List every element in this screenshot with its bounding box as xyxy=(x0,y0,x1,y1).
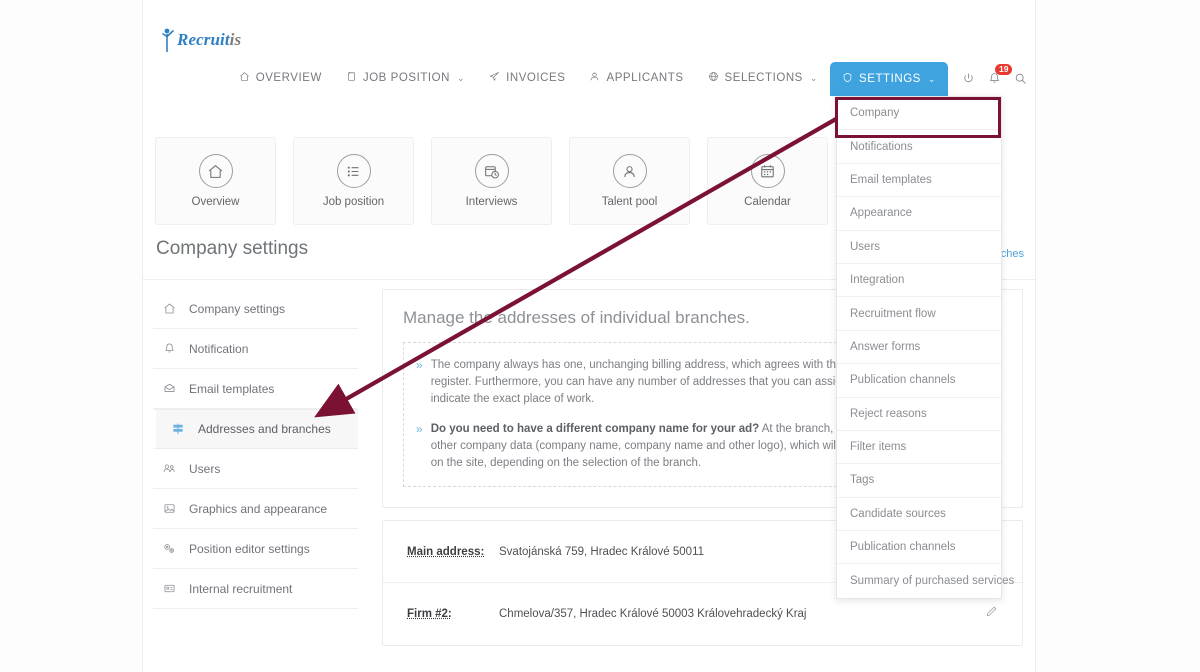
search-icon[interactable] xyxy=(1014,72,1027,85)
sidebar-item-addresses-and-branches[interactable]: Addresses and branches xyxy=(153,409,358,449)
sidebar-item-label: Email templates xyxy=(189,381,275,396)
sidebar-item-label: Company settings xyxy=(189,301,286,316)
address-value: Svatojánská 759, Hradec Králové 50011 xyxy=(499,545,705,558)
brand-name: Recruitis xyxy=(177,30,241,50)
image-icon xyxy=(161,502,177,515)
home-icon xyxy=(198,154,233,188)
nav-label: APPLICANTS xyxy=(606,72,684,84)
tile-overview[interactable]: Overview xyxy=(155,137,276,225)
tile-label: Overview xyxy=(191,196,240,208)
paper-plane-icon xyxy=(489,71,500,85)
nav-item-job-position[interactable]: JOB POSITION ⌄ xyxy=(334,60,477,96)
dropdown-item-candidate-sources[interactable]: Candidate sources xyxy=(837,498,1001,532)
nav-item-selections[interactable]: SELECTIONS ⌄ xyxy=(696,60,830,96)
chevron-down-icon: ⌄ xyxy=(927,73,936,84)
nav-label: SELECTIONS xyxy=(724,72,803,84)
nav-item-applicants[interactable]: APPLICANTS xyxy=(577,60,695,96)
envelope-icon xyxy=(161,382,177,395)
sidebar-item-label: Position editor settings xyxy=(189,541,310,556)
document-icon xyxy=(346,71,357,85)
recruitis-mark-icon xyxy=(161,27,175,53)
sidebar-item-label: Notification xyxy=(189,341,249,356)
sidebar-item-position-editor-settings[interactable]: Position editor settings xyxy=(153,529,358,569)
dropdown-item-email-templates[interactable]: Email templates xyxy=(837,164,1001,198)
dropdown-item-integration[interactable]: Integration xyxy=(837,264,1001,298)
address-label: Main address: xyxy=(407,545,485,558)
calendar-clock-icon xyxy=(474,154,509,188)
edit-icon[interactable] xyxy=(985,605,998,623)
top-navigation: OVERVIEW JOB POSITION ⌄ INVOICES APPLICA… xyxy=(143,60,1035,96)
tile-interviews[interactable]: Interviews xyxy=(431,137,552,225)
shield-icon xyxy=(842,72,853,86)
home-icon xyxy=(161,302,177,315)
nav-item-overview[interactable]: OVERVIEW xyxy=(227,60,334,96)
nav-label: JOB POSITION xyxy=(362,72,451,84)
home-icon xyxy=(239,71,250,85)
dropdown-item-publication-channels[interactable]: Publication channels xyxy=(837,364,1001,398)
double-chevron-right-icon: » xyxy=(416,358,423,372)
row-actions xyxy=(985,605,998,623)
double-chevron-right-icon: » xyxy=(416,422,423,436)
settings-dropdown-menu: Company Notifications Email templates Ap… xyxy=(836,96,1014,599)
dropdown-item-summary-of-purchased-services[interactable]: Summary of purchased services xyxy=(837,564,1014,597)
tile-label: Talent pool xyxy=(601,196,658,208)
address-value: Chmelova/357, Hradec Králové 50003 Králo… xyxy=(499,608,807,620)
chevron-down-icon: ⌄ xyxy=(809,72,818,83)
tile-calendar[interactable]: Calendar xyxy=(707,137,828,225)
sidebar-item-users[interactable]: Users xyxy=(153,449,358,489)
header-action-icons: 19 xyxy=(948,60,1031,96)
list-icon xyxy=(336,154,371,188)
tile-label: Interviews xyxy=(465,196,518,208)
dropdown-item-filter-items[interactable]: Filter items xyxy=(837,431,1001,465)
dropdown-item-tags[interactable]: Tags xyxy=(837,464,1001,498)
nav-item-settings[interactable]: SETTINGS ⌄ xyxy=(830,62,948,96)
nav-label: OVERVIEW xyxy=(255,72,322,84)
tile-job-position[interactable]: Job position xyxy=(293,137,414,225)
globe-icon xyxy=(708,71,719,85)
address-label: Firm #2: xyxy=(407,608,452,620)
dropdown-item-recruitment-flow[interactable]: Recruitment flow xyxy=(837,297,1001,331)
settings-gear-icon xyxy=(161,542,177,555)
nav-label: SETTINGS xyxy=(859,73,921,85)
tile-label: Job position xyxy=(322,196,385,208)
signpost-icon xyxy=(170,422,186,436)
bell-icon[interactable]: 19 xyxy=(988,63,1013,85)
nav-label: INVOICES xyxy=(506,72,566,84)
user-group-icon xyxy=(612,154,647,188)
sidebar-item-notification[interactable]: Notification xyxy=(153,329,358,369)
sidebar-item-graphics-and-appearance[interactable]: Graphics and appearance xyxy=(153,489,358,529)
sidebar-item-email-templates[interactable]: Email templates xyxy=(153,369,358,409)
calendar-icon xyxy=(750,154,785,188)
app-root: Recruitis OVERVIEW JOB POSITION ⌄ INVOIC… xyxy=(0,0,1200,672)
annotation-highlight-box xyxy=(835,97,1001,138)
chevron-down-icon: ⌄ xyxy=(457,72,466,83)
user-group-icon xyxy=(161,462,177,475)
tile-talent-pool[interactable]: Talent pool xyxy=(569,137,690,225)
sidebar-item-label: Addresses and branches xyxy=(198,422,331,436)
brand-name-tail: is xyxy=(229,30,242,49)
bell-icon xyxy=(161,342,177,355)
dropdown-item-appearance[interactable]: Appearance xyxy=(837,197,1001,231)
dropdown-item-reject-reasons[interactable]: Reject reasons xyxy=(837,398,1001,431)
dropdown-item-publication-channels-2[interactable]: Publication channels xyxy=(837,531,1001,565)
power-icon[interactable] xyxy=(962,72,975,85)
page-title: Company settings xyxy=(156,238,309,259)
brand-name-main: Recruit xyxy=(177,30,230,49)
id-card-icon xyxy=(161,582,177,595)
sidebar-item-internal-recruitment[interactable]: Internal recruitment xyxy=(153,569,358,609)
dropdown-item-answer-forms[interactable]: Answer forms xyxy=(837,331,1001,365)
sidebar-item-label: Graphics and appearance xyxy=(189,501,328,516)
sidebar-item-label: Internal recruitment xyxy=(189,581,293,596)
info-item-bold: Do you need to have a different company … xyxy=(430,423,760,435)
tile-label: Calendar xyxy=(744,196,791,208)
nav-item-invoices[interactable]: INVOICES xyxy=(477,60,577,96)
settings-sidebar: Company settings Notification Email temp… xyxy=(143,281,368,672)
notification-badge: 19 xyxy=(995,63,1013,75)
sidebar-item-company-settings[interactable]: Company settings xyxy=(153,289,358,329)
brand-logo[interactable]: Recruitis xyxy=(161,27,241,53)
applicants-icon xyxy=(589,71,600,85)
sidebar-item-label: Users xyxy=(189,461,221,476)
dropdown-item-users[interactable]: Users xyxy=(837,231,1001,264)
